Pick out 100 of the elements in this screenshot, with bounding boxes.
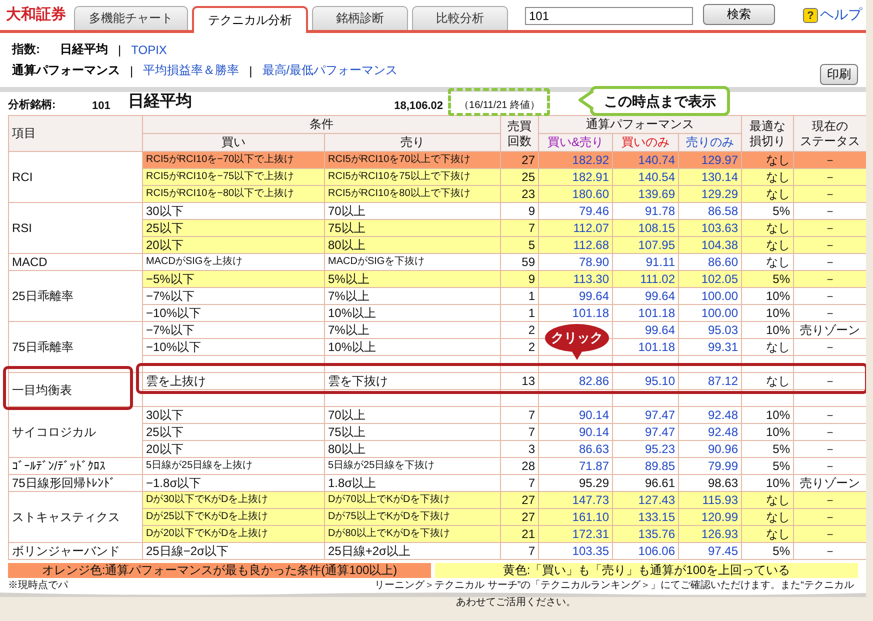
- view-link[interactable]: 最高/最低パフォーマンス: [262, 62, 398, 79]
- tab[interactable]: 比較分析: [412, 6, 508, 30]
- performance-value[interactable]: 147.73: [538, 492, 612, 508]
- performance-value[interactable]: 115.93: [678, 492, 742, 508]
- performance-value[interactable]: 113.30: [538, 270, 612, 288]
- performance-value[interactable]: 120.99: [678, 508, 742, 526]
- table-cell: なし: [742, 220, 794, 236]
- table-cell: －: [794, 406, 866, 424]
- performance-value[interactable]: 140.74: [612, 152, 678, 168]
- performance-value[interactable]: 108.15: [612, 220, 678, 236]
- performance-value[interactable]: 87.12: [678, 372, 742, 390]
- tab[interactable]: 銘柄診断: [312, 6, 408, 30]
- table-cell: なし: [742, 186, 794, 202]
- performance-value[interactable]: 135.76: [612, 526, 678, 542]
- performance-value[interactable]: 95.03: [678, 322, 742, 338]
- tab[interactable]: テクニカル分析: [192, 6, 308, 33]
- help-link[interactable]: ヘルプ: [820, 6, 862, 24]
- table-cell: －: [794, 542, 866, 560]
- performance-value[interactable]: 111.02: [612, 270, 678, 288]
- performance-value[interactable]: 107.95: [612, 236, 678, 254]
- performance-value[interactable]: 103.35: [538, 542, 612, 560]
- table-cell: 75以上: [324, 424, 500, 440]
- table-cell: なし: [742, 372, 794, 390]
- performance-value[interactable]: 100.00: [678, 304, 742, 322]
- performance-value[interactable]: 130.14: [678, 168, 742, 186]
- performance-value[interactable]: 180.60: [538, 186, 612, 202]
- performance-value[interactable]: 97.47: [612, 406, 678, 424]
- performance-value[interactable]: 182.92: [538, 152, 612, 168]
- performance-value[interactable]: 97.47: [612, 424, 678, 440]
- table-cell: 2: [500, 338, 538, 356]
- performance-value[interactable]: 140.54: [612, 168, 678, 186]
- performance-value[interactable]: 106.06: [612, 542, 678, 560]
- help-icon[interactable]: ?: [803, 8, 818, 22]
- performance-value[interactable]: 99.64: [538, 288, 612, 304]
- performance-value[interactable]: 78.90: [538, 254, 612, 270]
- performance-value[interactable]: 100.00: [678, 288, 742, 304]
- performance-value[interactable]: 92.48: [678, 424, 742, 440]
- performance-value[interactable]: 90.96: [678, 440, 742, 458]
- table-cell: －: [794, 186, 866, 202]
- performance-value[interactable]: 101.18: [538, 304, 612, 322]
- performance-value[interactable]: 129.29: [678, 186, 742, 202]
- performance-value[interactable]: 95.10: [612, 372, 678, 390]
- table-cell: 27: [500, 492, 538, 508]
- performance-value[interactable]: 133.15: [612, 508, 678, 526]
- search-field[interactable]: 101: [525, 7, 693, 25]
- table-cell: 70以上: [324, 406, 500, 424]
- performance-value[interactable]: 79.99: [678, 458, 742, 474]
- performance-value[interactable]: 90.14: [538, 424, 612, 440]
- performance-value[interactable]: 95.23: [612, 440, 678, 458]
- table-cell: 23: [500, 186, 538, 202]
- performance-value[interactable]: 103.63: [678, 220, 742, 236]
- performance-value[interactable]: 102.05: [678, 270, 742, 288]
- table-cell: －: [794, 270, 866, 288]
- performance-value[interactable]: 101.18: [612, 304, 678, 322]
- performance-value[interactable]: 99.31: [678, 338, 742, 356]
- performance-value[interactable]: 139.69: [612, 186, 678, 202]
- performance-value[interactable]: 99.64: [612, 288, 678, 304]
- performance-value[interactable]: 112.07: [538, 220, 612, 236]
- performance-value[interactable]: 82.86: [538, 372, 612, 390]
- table-cell: Dが20以下でKがDを上抜け: [142, 526, 324, 542]
- column-header: 買いのみ: [612, 134, 678, 152]
- table-cell: 21: [500, 526, 538, 542]
- view-link[interactable]: 通算パフォーマンス: [12, 62, 120, 79]
- tab[interactable]: 多機能チャート: [74, 6, 188, 30]
- table-cell: －: [794, 508, 866, 526]
- price-date: （16/11/21 終値）: [459, 99, 540, 112]
- table-cell: －: [794, 168, 866, 186]
- print-button[interactable]: 印刷: [820, 64, 858, 85]
- performance-value[interactable]: 126.93: [678, 526, 742, 542]
- view-link[interactable]: 平均損益率＆勝率: [143, 62, 240, 79]
- indicator-name: ｺﾞｰﾙﾃﾞﾝ/ﾃﾞｯﾄﾞｸﾛｽ: [8, 458, 142, 474]
- table-cell: MACDがSIGを上抜け: [142, 254, 324, 270]
- performance-value[interactable]: 104.38: [678, 236, 742, 254]
- search-button[interactable]: 検索: [703, 4, 775, 25]
- table-cell: 5%以上: [324, 270, 500, 288]
- legend-item: 黄色:「買い」も「売り」も通算が100を上回っている: [435, 563, 858, 578]
- table-cell: なし: [742, 168, 794, 186]
- index-link[interactable]: 日経平均: [60, 41, 108, 58]
- performance-value[interactable]: 86.63: [538, 440, 612, 458]
- performance-value[interactable]: 86.58: [678, 202, 742, 220]
- performance-value[interactable]: 101.18: [612, 338, 678, 356]
- performance-value[interactable]: 129.97: [678, 152, 742, 168]
- performance-value[interactable]: 86.60: [678, 254, 742, 270]
- performance-value[interactable]: 91.78: [612, 202, 678, 220]
- performance-value[interactable]: 90.14: [538, 406, 612, 424]
- index-link[interactable]: TOPIX: [131, 42, 167, 56]
- performance-value[interactable]: 97.45: [678, 542, 742, 560]
- performance-value[interactable]: 182.91: [538, 168, 612, 186]
- table-cell: 20以下: [142, 440, 324, 458]
- performance-value[interactable]: 79.46: [538, 202, 612, 220]
- performance-value[interactable]: 99.64: [612, 322, 678, 338]
- performance-value[interactable]: 71.87: [538, 458, 612, 474]
- performance-value[interactable]: 91.11: [612, 254, 678, 270]
- performance-value[interactable]: 172.31: [538, 526, 612, 542]
- table-cell: なし: [742, 152, 794, 168]
- performance-value[interactable]: 112.68: [538, 236, 612, 254]
- performance-value[interactable]: 161.10: [538, 508, 612, 526]
- performance-value[interactable]: 92.48: [678, 406, 742, 424]
- performance-value[interactable]: 127.43: [612, 492, 678, 508]
- performance-value[interactable]: 89.85: [612, 458, 678, 474]
